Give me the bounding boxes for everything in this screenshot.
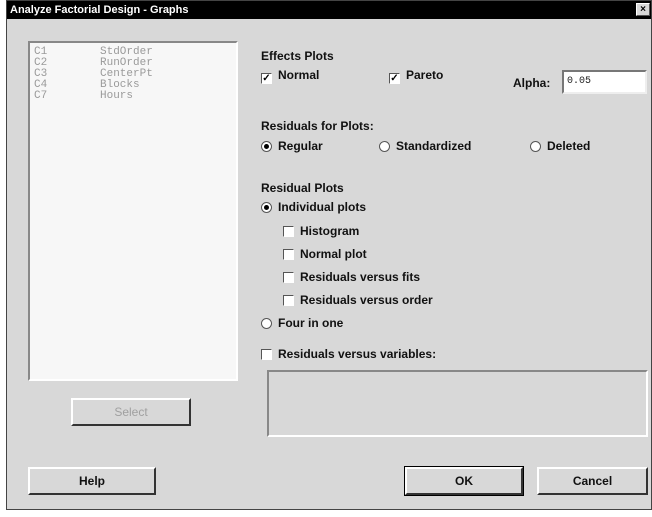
checkbox-checked-icon[interactable]: ✓	[261, 73, 272, 84]
cancel-button[interactable]: Cancel	[537, 467, 648, 495]
standardized-radio[interactable]: Standardized	[379, 139, 471, 153]
radio-icon[interactable]	[530, 141, 541, 152]
radio-selected-icon[interactable]	[261, 141, 272, 152]
histogram-checkbox[interactable]: Histogram	[283, 224, 359, 238]
list-item[interactable]: C4 Blocks	[34, 80, 236, 91]
pareto-checkbox[interactable]: ✓ Pareto	[389, 68, 443, 84]
residuals-for-plots-heading: Residuals for Plots:	[261, 119, 374, 133]
radio-selected-icon[interactable]	[261, 202, 272, 213]
variable-list[interactable]: C1 StdOrder C2 RunOrder C3 CenterPt C4 Block…	[28, 41, 238, 381]
checkbox-icon[interactable]	[283, 295, 294, 306]
help-button[interactable]: Help	[28, 467, 156, 495]
close-icon[interactable]: ×	[636, 3, 650, 16]
normal-plot-checkbox[interactable]: Normal plot	[283, 247, 367, 261]
select-button[interactable]: Select	[71, 398, 191, 426]
dialog-window: Analyze Factorial Design - Graphs × C1 St…	[6, 0, 652, 510]
vs-variables-input[interactable]	[267, 370, 648, 437]
radio-icon[interactable]	[261, 318, 272, 329]
alpha-label: Alpha:	[513, 76, 551, 90]
deleted-radio[interactable]: Deleted	[530, 139, 590, 153]
individual-plots-radio[interactable]: Individual plots	[261, 200, 366, 214]
checkbox-icon[interactable]	[283, 226, 294, 237]
list-item[interactable]: C7 Hours	[34, 91, 236, 102]
radio-icon[interactable]	[379, 141, 390, 152]
window-title: Analyze Factorial Design - Graphs	[10, 4, 189, 16]
checkbox-icon[interactable]	[283, 272, 294, 283]
vs-order-checkbox[interactable]: Residuals versus order	[283, 293, 433, 307]
vs-variables-checkbox[interactable]: Residuals versus variables:	[261, 347, 436, 361]
vs-fits-checkbox[interactable]: Residuals versus fits	[283, 270, 420, 284]
ok-button[interactable]: OK	[404, 466, 524, 496]
regular-radio[interactable]: Regular	[261, 139, 323, 153]
checkbox-checked-icon[interactable]: ✓	[389, 73, 400, 84]
four-in-one-radio[interactable]: Four in one	[261, 316, 343, 330]
checkbox-icon[interactable]	[283, 249, 294, 260]
alpha-input[interactable]: 0.05	[562, 70, 647, 94]
checkbox-icon[interactable]	[261, 349, 272, 360]
title-bar: Analyze Factorial Design - Graphs ×	[7, 1, 651, 19]
residual-plots-heading: Residual Plots	[261, 181, 344, 195]
normal-effects-checkbox[interactable]: ✓ Normal	[261, 68, 319, 84]
effects-plots-heading: Effects Plots	[261, 49, 334, 63]
